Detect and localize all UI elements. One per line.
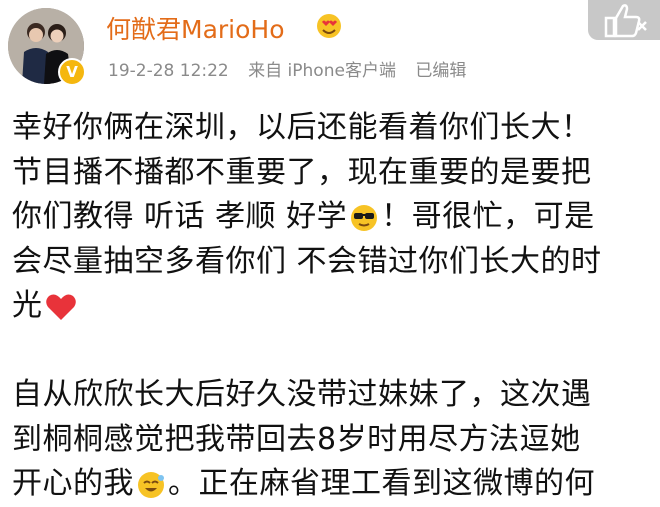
post-line: 到桐桐感觉把我带回去8岁时用尽方法逗她: [12, 421, 581, 457]
thumbs-up-icon: [604, 4, 647, 38]
post-timestamp: 19-2-28 12:22: [108, 61, 229, 81]
verified-badge-icon: V: [58, 58, 86, 86]
post-meta: 19-2-28 12:22 来自 iPhone客户端 已编辑: [108, 56, 480, 81]
post-line: 开心的我 。正在麻省理工看到这微博的何: [12, 462, 652, 507]
post-line: 节目播不播都不重要了，现在重要的是要把: [12, 154, 592, 190]
cool-sunglasses-emoji-icon: [351, 204, 378, 231]
post-source[interactable]: 来自 iPhone客户端: [248, 61, 396, 81]
post-line: 光: [12, 284, 652, 329]
vip-heart-face-icon[interactable]: [314, 12, 344, 40]
post-line: 你们教得 听话 孝顺 好学 ！哥很忙，可是: [12, 195, 652, 240]
post-line: 会尽量抽空多看你们 不会错过你们长大的时: [12, 243, 602, 279]
post-text: 开心的我: [12, 466, 134, 501]
post-text: ！哥很忙，可是: [381, 199, 595, 234]
post-line: 幸好你俩在深圳，以后还能看着你们长大！: [12, 110, 592, 145]
red-heart-icon: [45, 294, 76, 320]
post-content: 幸好你俩在深圳，以后还能看着你们长大！ 节目播不播都不重要了，现在重要的是要把 …: [12, 106, 652, 507]
user-name[interactable]: 何猷君MarioHo: [106, 10, 285, 46]
sweat-smile-emoji-icon: [138, 471, 164, 498]
post-line: 自从欣欣长大后好久没带过妹妹了，这次遇: [12, 377, 592, 412]
post-text: 。正在麻省理工看到这微博的何: [168, 466, 595, 501]
like-button[interactable]: [588, 0, 660, 40]
edited-label[interactable]: 已编辑: [415, 61, 466, 81]
post-text: 光: [12, 288, 43, 323]
post-text: 你们教得 听话 孝顺 好学: [12, 199, 348, 234]
